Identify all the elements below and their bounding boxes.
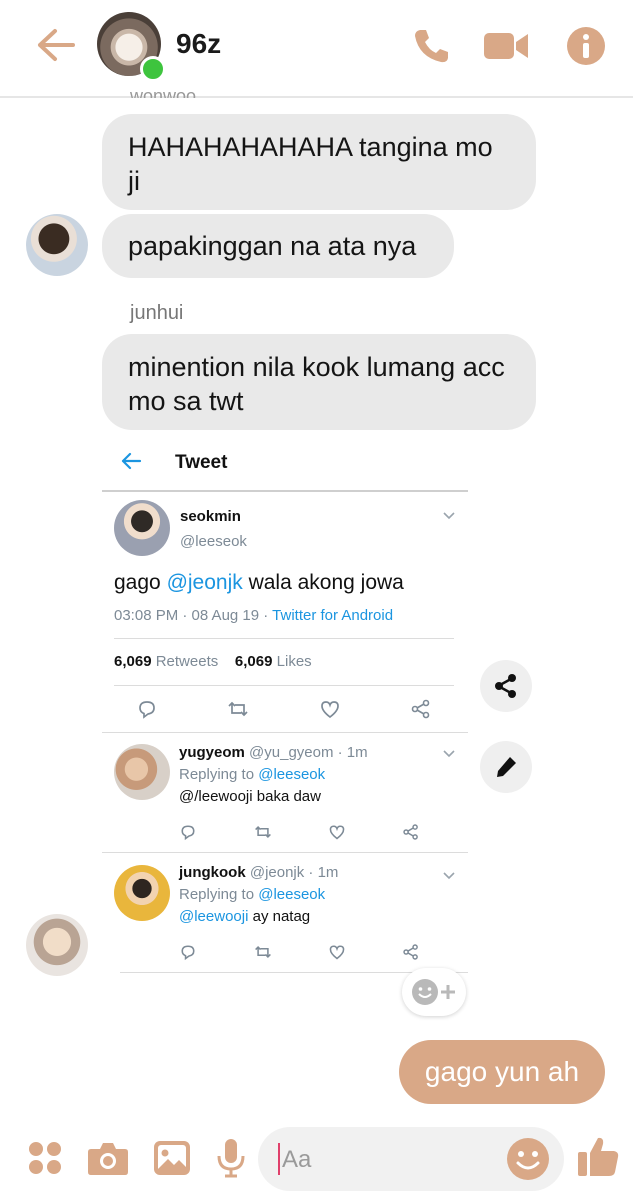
phone-icon[interactable] [407, 22, 455, 70]
retweet-icon [255, 825, 271, 839]
message-text: papakinggan na ata nya [128, 231, 417, 261]
share-icon [403, 944, 418, 960]
message-bubble[interactable]: HAHAHAHAHAHA tangina mo ji [102, 114, 536, 210]
reply-author-avatar [114, 744, 170, 800]
tweet-text: gago @jeonjk wala akong jowa [114, 571, 404, 594]
back-arrow-icon[interactable] [30, 22, 80, 68]
reply-icon [181, 945, 195, 961]
retweet-icon [228, 701, 248, 717]
tweet-source: Twitter for Android [272, 607, 394, 624]
message-text: gago yun ah [424, 1056, 580, 1087]
chat-header [0, 0, 633, 98]
grid-dots-icon[interactable] [21, 1134, 69, 1182]
thumbs-up-icon[interactable] [574, 1132, 622, 1180]
gallery-icon[interactable] [148, 1134, 196, 1182]
share-icon [495, 674, 516, 698]
retweet-icon [255, 945, 271, 959]
add-reaction-button[interactable] [402, 968, 466, 1016]
add-emoji-icon [412, 979, 455, 1005]
sender-name-cutoff: wonwoo [130, 86, 197, 98]
tweet-author-avatar [114, 500, 170, 556]
tweet-author-name: seokmin [180, 508, 241, 525]
chevron-down-icon [442, 746, 456, 764]
divider [114, 685, 454, 686]
my-message-bubble[interactable]: gago yun ah [399, 1040, 605, 1104]
tweet-mention: @jeonjk [166, 571, 243, 594]
tweet-timestamp: 03:08 PM · 08 Aug 19 · Twitter for Andro… [114, 607, 394, 624]
share-icon [403, 824, 418, 840]
edit-button[interactable] [480, 741, 532, 793]
divider [102, 732, 468, 733]
camera-icon[interactable] [84, 1134, 132, 1182]
like-heart-icon [321, 701, 339, 719]
divider [102, 852, 468, 853]
reply-icon [181, 825, 195, 841]
tweet-stats: 6,069 Retweets 6,069 Likes [114, 653, 312, 670]
online-status-dot [140, 56, 166, 82]
info-icon[interactable] [562, 22, 610, 70]
reply-text: @leewooji ay natag [179, 908, 311, 925]
tweet-author-handle: @leeseok [180, 533, 247, 550]
reply-replying-to: Replying to @leeseok [179, 766, 326, 783]
message-bubble[interactable]: minention nila kook lumang acc mo sa twt [102, 334, 536, 430]
like-heart-icon [329, 945, 345, 960]
reply-replying-to: Replying to @leeseok [179, 886, 326, 903]
message-bubble[interactable]: papakinggan na ata nya [102, 214, 454, 278]
message-text: minention nila kook lumang acc mo sa twt [128, 352, 505, 416]
tweet-back-arrow-icon [120, 452, 142, 475]
message-input[interactable] [280, 1141, 494, 1179]
emoji-icon[interactable] [506, 1137, 550, 1186]
chevron-down-icon [442, 508, 456, 526]
divider [114, 638, 454, 639]
message-input-container[interactable] [258, 1127, 564, 1191]
sender-name: junhui [130, 302, 184, 324]
reply-text: @/leewooji baka daw [179, 788, 321, 805]
sender-avatar[interactable] [26, 914, 88, 976]
chevron-down-icon [442, 868, 456, 886]
video-camera-icon[interactable] [482, 22, 530, 70]
message-text: HAHAHAHAHAHA tangina mo ji [128, 132, 493, 196]
chat-title[interactable]: 96z [176, 28, 221, 60]
tweet-header-title: Tweet [175, 452, 228, 473]
reply-author-line: yugyeom @yu_gyeom · 1m [179, 744, 368, 761]
like-heart-icon [329, 825, 345, 840]
microphone-icon[interactable] [207, 1134, 255, 1182]
pencil-icon [497, 757, 516, 777]
share-button[interactable] [480, 660, 532, 712]
reply-author-line: jungkook @jeonjk · 1m [179, 864, 339, 881]
sender-avatar[interactable] [26, 214, 88, 276]
reply-author-avatar [114, 865, 170, 921]
reply-icon [139, 701, 155, 719]
divider [102, 490, 468, 492]
share-icon [411, 699, 430, 719]
tweet-screenshot-image[interactable]: Tweet seokmin @leeseok gago @jeonjk wala… [102, 440, 468, 980]
